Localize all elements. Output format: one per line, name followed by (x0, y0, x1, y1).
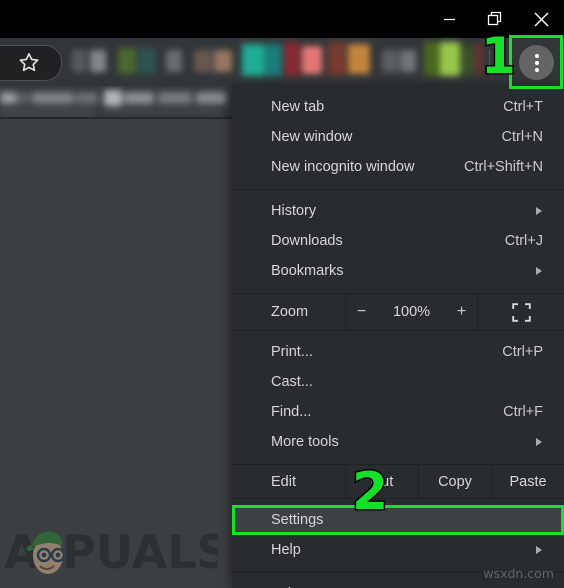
menu-item-label: Settings (271, 512, 324, 528)
browser-toolbar (0, 38, 564, 86)
menu-item-bookmarks[interactable]: Bookmarks (232, 256, 564, 286)
fullscreen-icon (511, 302, 531, 322)
fullscreen-button[interactable] (478, 302, 564, 322)
menu-item-help[interactable]: Help (232, 535, 564, 565)
minimize-icon (443, 18, 455, 20)
menu-item-cast[interactable]: Cast... (232, 367, 564, 397)
zoom-level-value: 100% (392, 304, 431, 320)
menu-item-history[interactable]: History (232, 196, 564, 226)
site-watermark: wsxdn.com (483, 566, 554, 581)
svg-text:PUALS: PUALS (62, 525, 218, 579)
chevron-right-icon (536, 207, 542, 215)
menu-section-browsing: History Downloads Ctrl+J Bookmarks (232, 190, 564, 293)
menu-item-label: Downloads (271, 233, 343, 249)
browser-window: New tab Ctrl+T New window Ctrl+N New inc… (0, 0, 564, 588)
settings-menu-item[interactable]: Settings (232, 505, 564, 535)
menu-item-label: Help (271, 542, 301, 558)
menu-item-new-window[interactable]: New window Ctrl+N (232, 122, 564, 152)
menu-row-zoom: Zoom − 100% + (232, 294, 564, 330)
menu-item-shortcut: Ctrl+Shift+N (464, 159, 543, 175)
step-marker-1: 1 (480, 27, 518, 85)
zoom-label: Zoom (271, 304, 309, 320)
menu-section-settings: Settings Help (232, 499, 564, 572)
chrome-main-menu: New tab Ctrl+T New window Ctrl+N New inc… (232, 86, 564, 588)
menu-section-new: New tab Ctrl+T New window Ctrl+N New inc… (232, 86, 564, 189)
menu-item-label: New tab (271, 99, 325, 115)
menu-item-label: New incognito window (271, 159, 415, 175)
three-dot-menu-highlight-box (509, 35, 563, 89)
extension-icons-strip[interactable] (72, 42, 482, 84)
menu-item-label: New window (271, 129, 353, 145)
menu-item-label: More tools (271, 434, 339, 450)
menu-section-tools: Print... Ctrl+P Cast... Find... Ctrl+F M… (232, 331, 564, 464)
close-button[interactable] (518, 0, 564, 38)
menu-item-shortcut: Ctrl+J (504, 233, 543, 249)
menu-item-find[interactable]: Find... Ctrl+F (232, 397, 564, 427)
chevron-right-icon (536, 267, 542, 275)
edit-copy-button[interactable]: Copy (419, 465, 491, 498)
settings-highlight-wrap: Settings (232, 505, 564, 535)
appuals-watermark: A PUALS (4, 524, 230, 586)
menu-item-print[interactable]: Print... Ctrl+P (232, 337, 564, 367)
minimize-button[interactable] (426, 0, 472, 38)
menu-item-shortcut: Ctrl+N (501, 129, 544, 145)
edit-label: Edit (271, 473, 296, 490)
appuals-logo-icon: A PUALS (4, 525, 230, 579)
menu-item-label: History (271, 203, 317, 219)
zoom-controls: − 100% + (346, 303, 477, 321)
menu-item-new-tab[interactable]: New tab Ctrl+T (232, 92, 564, 122)
chevron-right-icon (536, 546, 542, 554)
bookmark-star-icon (19, 53, 39, 72)
menu-item-shortcut: Ctrl+F (503, 404, 543, 420)
menu-item-label: Find... (271, 404, 312, 420)
restore-icon (487, 11, 502, 26)
menu-row-edit: Edit Cut Copy Paste (232, 465, 564, 498)
menu-item-shortcut: Ctrl+T (503, 99, 543, 115)
menu-item-more-tools[interactable]: More tools (232, 427, 564, 457)
title-bar (0, 0, 564, 38)
menu-item-label: Bookmarks (271, 263, 344, 279)
menu-item-new-incognito-window[interactable]: New incognito window Ctrl+Shift+N (232, 152, 564, 182)
zoom-out-button[interactable]: − (354, 303, 370, 321)
chevron-right-icon (536, 438, 542, 446)
menu-item-label: Cast... (271, 374, 313, 390)
edit-paste-button[interactable]: Paste (492, 465, 564, 498)
menu-item-label: Print... (271, 344, 313, 360)
menu-item-downloads[interactable]: Downloads Ctrl+J (232, 226, 564, 256)
close-icon (533, 11, 549, 27)
bookmark-star-button[interactable] (16, 50, 42, 76)
step-marker-2: 2 (350, 462, 389, 522)
zoom-in-button[interactable]: + (454, 303, 470, 321)
menu-item-shortcut: Ctrl+P (502, 344, 543, 360)
